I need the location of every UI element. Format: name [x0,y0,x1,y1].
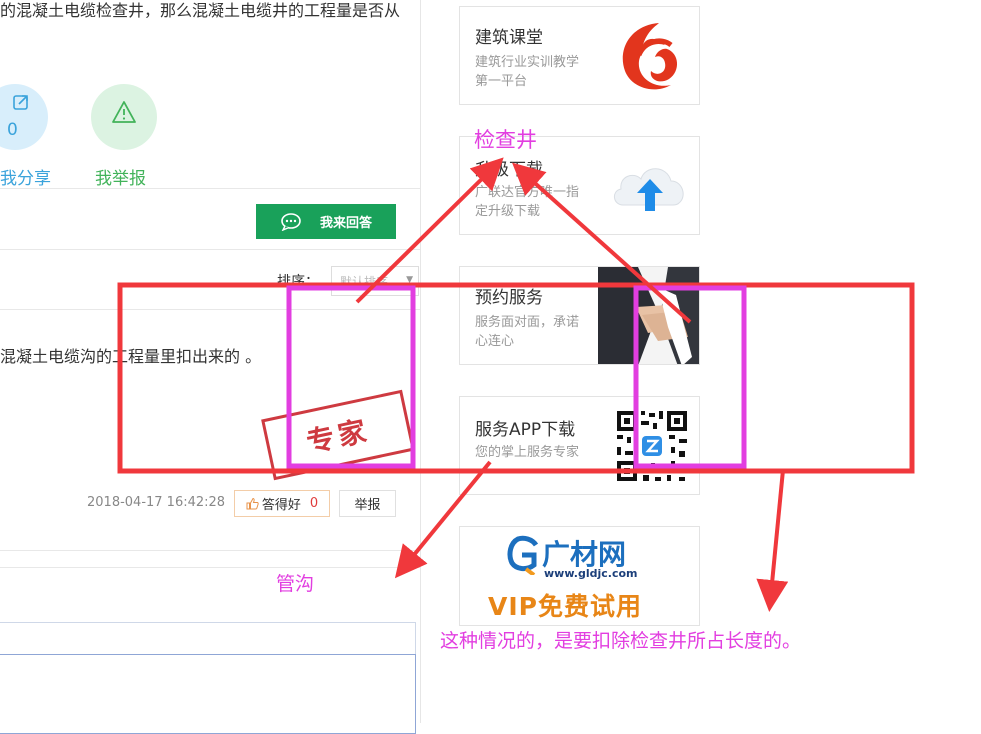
card-desc: 您的掌上服务专家 [475,445,580,460]
card-booking-service[interactable]: 预约服务 服务面对面，承诺心连心 [459,266,700,365]
annotation-label-inspection-well: 检查井 [474,128,537,152]
qr-code-icon [615,409,689,483]
gldjc-url: www.gldjc.com [544,567,638,580]
card-desc: 广联达官方唯一指定升级下载 [475,185,580,219]
reply-input[interactable] [0,654,416,734]
gldjc-promo: VIP免费试用 [488,592,642,621]
share-icon [13,95,28,110]
divider [0,249,420,250]
card-title: 服务APP下载 [475,420,576,440]
expert-stamp-text: 专家 [303,413,374,460]
chat-icon [281,213,301,231]
flame-logo-icon [622,23,678,90]
share-count: 0 [7,120,18,140]
sort-label: 排序： [277,274,319,290]
card-title: 建筑课堂 [475,28,543,48]
annotation-arrow [756,469,789,612]
thumbs-up-icon [246,497,259,510]
annotation-note: 这种情况的，是要扣除检查井所占长度的。 [440,630,802,652]
good-answer-count: 0 [309,496,319,511]
sort-select[interactable]: 默认排序 ▼ [331,266,419,296]
answer-button-label: 我来回答 [320,216,373,231]
divider [0,309,420,310]
divider [0,567,420,568]
warning-icon [112,101,136,123]
report-button[interactable] [91,84,157,150]
good-answer-button[interactable]: 答得好 0 [234,490,330,517]
share-label[interactable]: 我分享 [0,164,51,189]
card-gldjc-promo[interactable]: 广材网 www.gldjc.com VIP免费试用 [459,526,700,626]
report-label[interactable]: 我举报 [95,164,146,189]
divider [0,188,420,189]
report-answer-button[interactable]: 举报 [339,490,396,517]
card-building-class[interactable]: 建筑课堂 建筑行业实训教学第一平台 [459,6,700,105]
divider [0,550,420,551]
gldjc-logo-icon [507,535,539,575]
card-title: 升级下载 [475,160,543,180]
card-app-download[interactable]: 服务APP下载 您的掌上服务专家 [459,396,700,495]
handshake-photo [598,267,699,364]
annotation-label-pipe-trench: 管沟 [276,573,315,595]
cloud-upload-icon [614,168,684,211]
card-desc: 建筑行业实训教学第一平台 [475,55,580,89]
card-title: 预约服务 [475,288,543,308]
report-answer-label: 举报 [354,498,381,513]
card-desc: 服务面对面，承诺心连心 [475,315,580,349]
answer-date: 2018-04-17 16:42:28 [87,495,226,510]
answer-button[interactable]: 我来回答 [256,204,396,239]
question-text: 的混凝土电缆检查井，那么混凝土电缆井的工程量是否从 [0,1,401,20]
good-answer-label: 答得好 [261,498,301,513]
chevron-down-icon: ▼ [406,275,413,285]
answer-text: 混凝土电缆沟的工程量里扣出来的 。 [0,347,262,366]
sort-selected: 默认排序 [340,275,389,289]
